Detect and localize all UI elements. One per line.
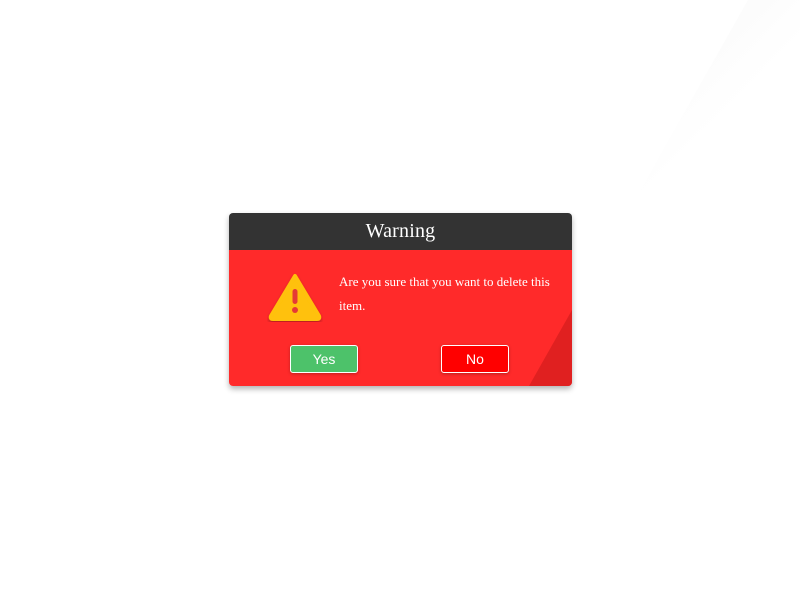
dialog-title: Warning bbox=[365, 220, 436, 242]
no-button[interactable]: No bbox=[441, 345, 509, 373]
dialog-body: Are you sure that you want to delete thi… bbox=[229, 250, 572, 386]
no-button-label: No bbox=[466, 351, 484, 367]
screen-background: Warning Are you sure that you want to de… bbox=[0, 0, 800, 600]
dialog-message: Are you sure that you want to delete thi… bbox=[339, 274, 550, 313]
warning-dialog: Warning Are you sure that you want to de… bbox=[229, 213, 572, 386]
yes-button[interactable]: Yes bbox=[290, 345, 358, 373]
warning-triangle-icon bbox=[268, 274, 322, 321]
yes-button-label: Yes bbox=[312, 351, 336, 367]
dialog-header: Warning bbox=[229, 213, 572, 250]
